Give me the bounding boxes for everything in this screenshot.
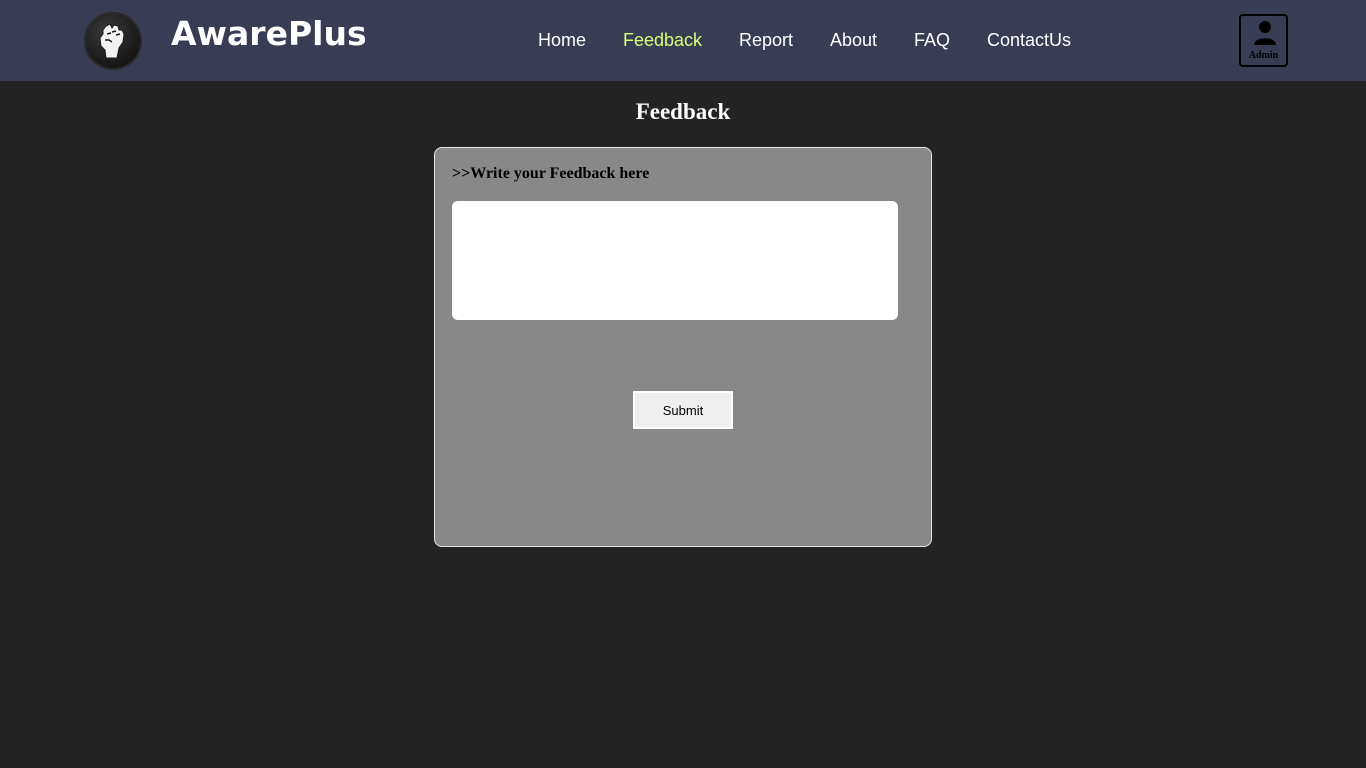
navbar: AwarePlus Home Feedback Report About FAQ… (0, 0, 1366, 81)
feedback-card: >>Write your Feedback here Submit (434, 147, 932, 547)
nav-report[interactable]: Report (739, 30, 793, 51)
nav-feedback[interactable]: Feedback (623, 30, 702, 51)
feedback-textarea[interactable] (452, 201, 898, 320)
feedback-prompt: >>Write your Feedback here (452, 165, 650, 182)
logo[interactable] (84, 12, 142, 70)
admin-label: Admin (1248, 50, 1279, 61)
nav-about[interactable]: About (830, 30, 877, 51)
user-icon (1254, 21, 1276, 45)
submit-button[interactable]: Submit (633, 391, 733, 429)
brand-name: AwarePlus (171, 14, 367, 53)
nav-contactus[interactable]: ContactUs (987, 30, 1071, 51)
nav-faq[interactable]: FAQ (914, 30, 950, 51)
raised-fist-icon (99, 23, 125, 59)
page-title: Feedback (635, 99, 731, 124)
nav-home[interactable]: Home (538, 30, 586, 51)
admin-button[interactable]: Admin (1239, 14, 1288, 67)
